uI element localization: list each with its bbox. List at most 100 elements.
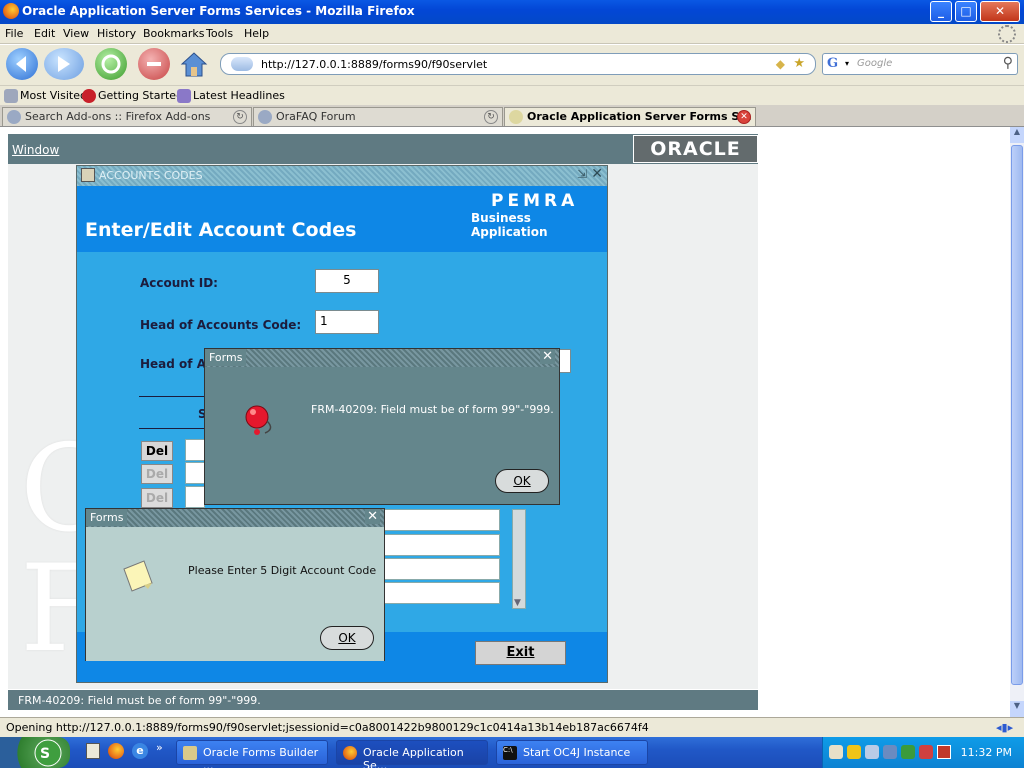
tab-oracle-forms[interactable]: Oracle Application Server Forms S... ✕: [504, 107, 756, 126]
menu-view[interactable]: View: [63, 27, 89, 40]
head-desc-label: Head of A: [140, 357, 206, 371]
status-text: Opening http://127.0.0.1:8889/forms90/f9…: [6, 721, 649, 734]
quicklaunch-notepad-icon[interactable]: [86, 743, 100, 759]
close-dialog-icon[interactable]: ✕: [540, 349, 555, 364]
firefox-icon: [3, 3, 19, 19]
tray-security-icon[interactable]: [901, 745, 915, 759]
maximize-button[interactable]: □: [955, 1, 977, 22]
tab-orafaq-forum[interactable]: OraFAQ Forum ↻: [253, 107, 503, 126]
row-field[interactable]: [185, 462, 205, 484]
menu-help[interactable]: Help: [244, 27, 269, 40]
tray-display-icon[interactable]: [883, 745, 897, 759]
start-button[interactable]: S: [0, 737, 70, 768]
account-id-field[interactable]: 5: [315, 269, 379, 293]
orafaq-icon: [258, 110, 272, 124]
tray-antivirus-icon[interactable]: [937, 745, 951, 759]
browser-title-bar: Oracle Application Server Forms Services…: [0, 0, 1024, 24]
head-code-field[interactable]: 1: [315, 310, 379, 334]
quicklaunch-ie-icon[interactable]: e: [132, 743, 148, 759]
tab-label: Search Add-ons :: Firefox Add-ons: [25, 110, 211, 123]
minimize-form-icon[interactable]: ⇲: [577, 167, 587, 181]
alarm-bell-icon: [243, 401, 273, 437]
form-title: Enter/Edit Account Codes: [85, 219, 357, 241]
quicklaunch-firefox-icon[interactable]: [108, 743, 124, 759]
exit-button[interactable]: Exit: [475, 641, 566, 665]
reload-tab-icon[interactable]: ↻: [233, 110, 247, 124]
del-button[interactable]: Del: [141, 488, 173, 508]
row-field[interactable]: [383, 509, 500, 531]
back-icon[interactable]: [6, 48, 38, 80]
row-field[interactable]: [383, 534, 500, 556]
quicklaunch-more-icon[interactable]: »: [156, 741, 163, 754]
menu-tools[interactable]: Tools: [206, 27, 233, 40]
close-dialog-icon[interactable]: ✕: [365, 509, 380, 524]
bookmark-star-icon[interactable]: ★: [793, 56, 805, 71]
brand-subtitle: Business Application: [471, 211, 548, 239]
form-window-icon: [81, 168, 95, 182]
accounts-window-title: ACCOUNTS CODES: [99, 169, 203, 182]
head-code-label: Head of Accounts Code:: [140, 318, 302, 332]
system-tray: 11:32 PM: [822, 737, 1024, 768]
scroll-down-icon[interactable]: ▼: [1010, 701, 1024, 717]
close-form-icon[interactable]: ✕: [591, 166, 603, 182]
info-dialog-message: Please Enter 5 Digit Account Code: [188, 564, 377, 577]
menu-bookmarks[interactable]: Bookmarks: [143, 27, 204, 40]
forms-builder-icon: [183, 746, 197, 760]
bookmark-most-visited[interactable]: Most Visited: [20, 89, 87, 102]
scroll-thumb[interactable]: [1011, 145, 1023, 685]
tray-shield-icon[interactable]: [847, 745, 861, 759]
block-scrollbar[interactable]: ▼: [512, 509, 526, 609]
clock: 11:32 PM: [960, 746, 1012, 759]
del-button[interactable]: Del: [141, 441, 173, 461]
bookmark-latest-headlines[interactable]: Latest Headlines: [193, 89, 285, 102]
info-ok-button[interactable]: OK: [320, 626, 374, 650]
menu-edit[interactable]: Edit: [34, 27, 55, 40]
row-field[interactable]: [383, 582, 500, 604]
most-visited-icon: [4, 89, 18, 103]
browser-status-bar: Opening http://127.0.0.1:8889/forms90/f9…: [0, 717, 1024, 737]
throbber-icon: [998, 25, 1016, 43]
menu-file[interactable]: File: [5, 27, 23, 40]
error-dialog: Forms ✕ FRM-40209: Field must be of form…: [204, 348, 560, 505]
tray-alert-icon[interactable]: [919, 745, 933, 759]
task-start-oc4j[interactable]: C:\ Start OC4J Instance: [496, 740, 648, 765]
del-button[interactable]: Del: [141, 464, 173, 484]
reload-icon[interactable]: [95, 48, 127, 80]
bookmark-getting-started[interactable]: Getting Started: [98, 89, 183, 102]
bookmarks-bar: Most Visited Getting Started Latest Head…: [0, 85, 1024, 105]
forward-icon[interactable]: [44, 48, 84, 80]
error-dialog-titlebar: Forms ✕: [205, 349, 559, 367]
error-dialog-message: FRM-40209: Field must be of form 99"-"99…: [311, 403, 554, 416]
url-bar[interactable]: http://127.0.0.1:8889/forms90/f90servlet…: [220, 53, 816, 75]
row-field[interactable]: [185, 439, 205, 461]
search-icon[interactable]: ⚲: [1003, 55, 1013, 71]
close-tab-icon[interactable]: ✕: [737, 110, 751, 124]
menu-history[interactable]: History: [97, 27, 136, 40]
stop-icon[interactable]: [138, 48, 170, 80]
vertical-scrollbar[interactable]: ▲ ▼: [1010, 127, 1024, 717]
search-input[interactable]: G ▾ Google ⚲: [822, 53, 1018, 75]
firefox-icon: [343, 746, 357, 760]
task-label: Start OC4J Instance: [523, 746, 631, 759]
tab-label: Oracle Application Server Forms S...: [527, 110, 752, 123]
error-ok-button[interactable]: OK: [495, 469, 549, 493]
task-oracle-forms-builder[interactable]: Oracle Forms Builder ...: [176, 740, 328, 772]
info-dialog: Forms ✕ Please Enter 5 Digit Account Cod…: [85, 508, 385, 661]
search-engine-icon[interactable]: G: [827, 56, 838, 71]
scroll-down-icon[interactable]: ▼: [514, 598, 521, 608]
row-field[interactable]: [185, 486, 205, 508]
status-indicator-icon: ◂▮▸: [996, 721, 1014, 734]
home-icon[interactable]: [178, 48, 210, 80]
tab-firefox-addons[interactable]: Search Add-ons :: Firefox Add-ons ↻: [2, 107, 252, 126]
close-window-button[interactable]: ✕: [980, 1, 1020, 22]
minimize-button[interactable]: _: [930, 1, 952, 22]
reload-tab-icon[interactable]: ↻: [484, 110, 498, 124]
getting-started-icon: [82, 89, 96, 103]
chevron-down-icon[interactable]: ▾: [845, 59, 849, 68]
forms-menu-window[interactable]: Window: [12, 143, 59, 157]
tray-users-icon[interactable]: [829, 745, 843, 759]
row-field[interactable]: [383, 558, 500, 580]
tray-network-icon[interactable]: [865, 745, 879, 759]
scroll-up-icon[interactable]: ▲: [1010, 127, 1024, 143]
task-oracle-application-server[interactable]: Oracle Application Se...: [336, 740, 488, 772]
